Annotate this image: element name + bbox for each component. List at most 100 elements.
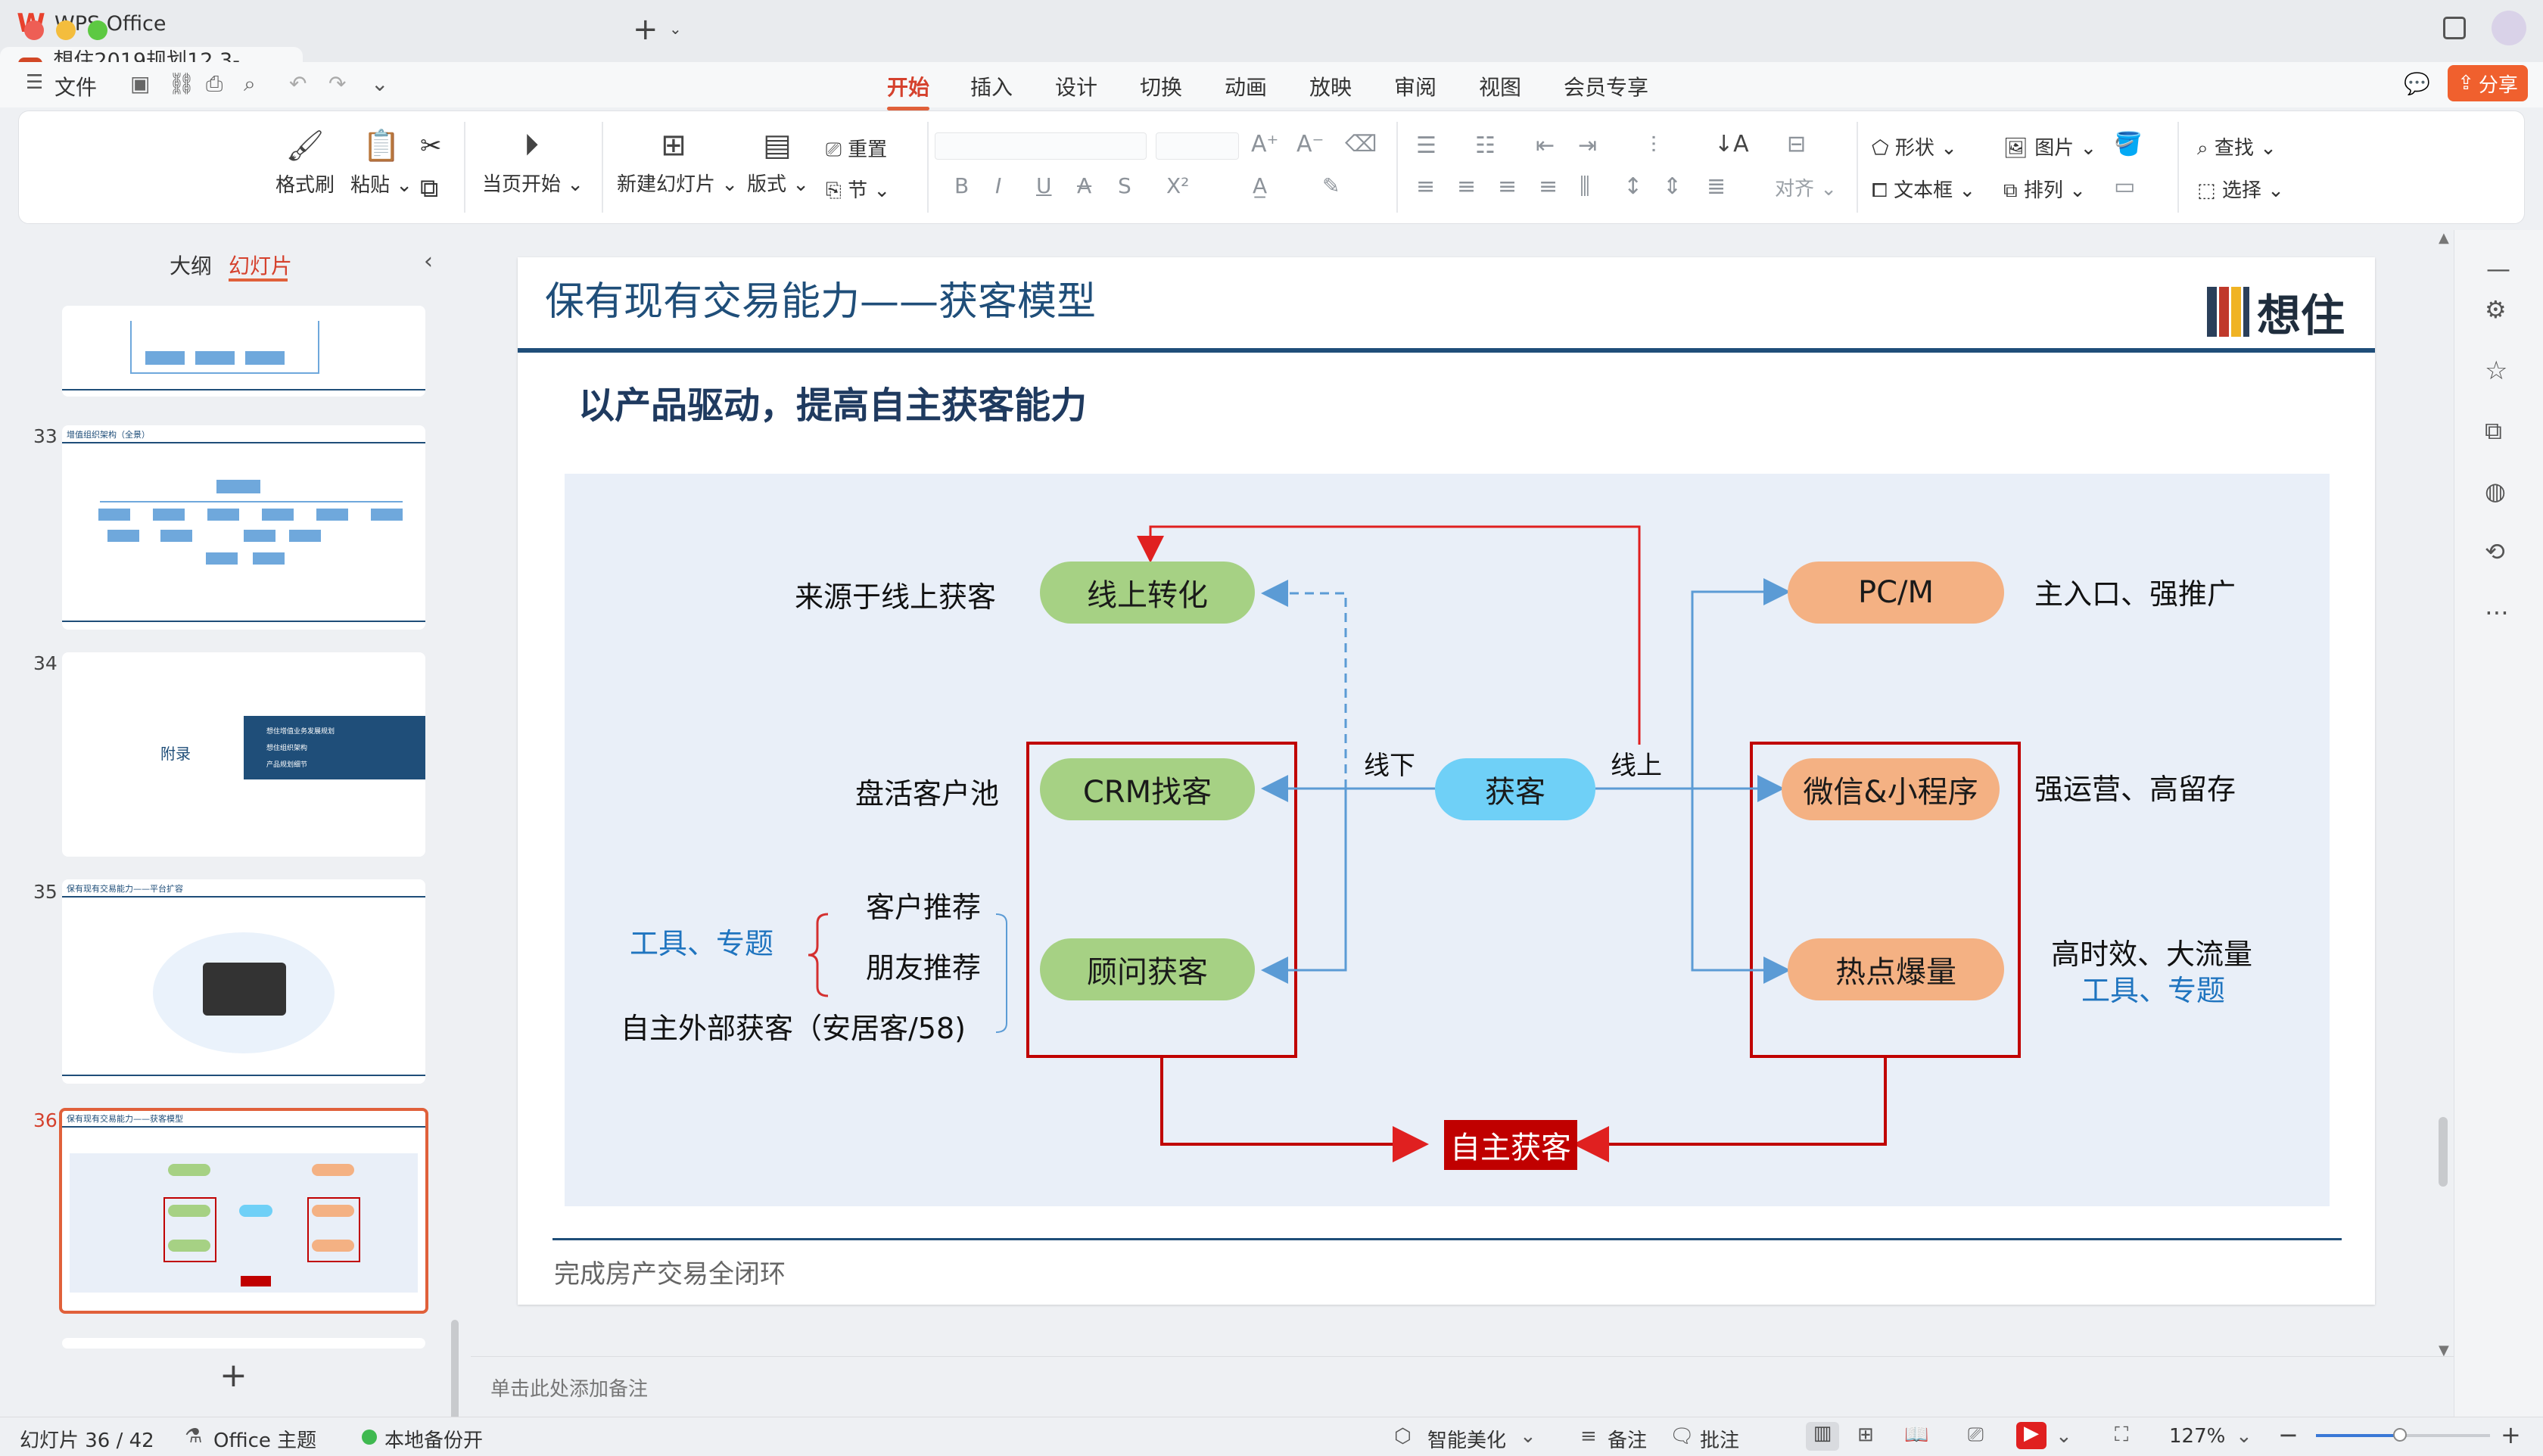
collapse-sidebar-icon[interactable]: — (2486, 254, 2510, 283)
node-hot[interactable]: 热点爆量 (1788, 938, 2004, 1000)
bold-icon[interactable]: B (954, 173, 969, 198)
scroll-up-icon[interactable]: ▲ (2439, 230, 2449, 246)
font-color-icon[interactable]: A̲ (1253, 173, 1267, 198)
backup-status[interactable]: 本地备份开 (384, 1425, 483, 1453)
more-chevron-icon[interactable]: ⌄ (371, 71, 388, 96)
arrange-button[interactable]: ⧉ 排列 ⌄ (2003, 175, 2086, 203)
slide-thumb-32[interactable] (62, 306, 425, 397)
align-button[interactable]: 对齐 ⌄ (1775, 173, 1837, 201)
zoom-level[interactable]: 127% (2169, 1425, 2225, 1448)
zoom-out-icon[interactable]: − (2278, 1420, 2299, 1449)
format-painter-button[interactable]: 🖌 格式刷 (275, 128, 335, 198)
notes-placeholder[interactable]: 单击此处添加备注 (490, 1374, 648, 1402)
align-left-icon[interactable]: ≡ (1416, 173, 1435, 200)
new-tab-icon[interactable]: + (633, 12, 658, 47)
save-icon[interactable]: ▣ (130, 71, 150, 96)
chevron-down-icon[interactable]: ⌄ (1520, 1425, 1536, 1448)
undo-icon[interactable]: ↶ (289, 71, 307, 96)
underline-icon[interactable]: U (1036, 173, 1052, 198)
tab-slideshow[interactable]: 放映 (1309, 71, 1352, 101)
slide-thumb-37[interactable] (62, 1338, 425, 1349)
chevron-down-icon[interactable]: ⌄ (669, 20, 682, 38)
strikethrough-icon[interactable]: A (1077, 173, 1091, 198)
tab-home[interactable]: 开始 (887, 71, 930, 110)
align-center-icon[interactable]: ≡ (1457, 173, 1476, 200)
notes-pane[interactable]: 单击此处添加备注 (471, 1356, 2454, 1417)
tab-member[interactable]: 会员专享 (1564, 71, 1648, 101)
sorter-view-icon[interactable]: ⊞ (1857, 1423, 1874, 1446)
avatar[interactable] (2492, 11, 2526, 45)
outdent-icon[interactable]: ⇤ (1536, 132, 1555, 159)
increase-font-icon[interactable]: A⁺ (1251, 131, 1278, 157)
slideshow-play-icon[interactable]: ▶ (2016, 1422, 2047, 1449)
comment-bubble-icon[interactable]: 💬 (2404, 71, 2430, 96)
slide-footer[interactable]: 完成房产交易全闭环 (554, 1253, 786, 1290)
line-spacing-list-icon[interactable]: ≣ (1707, 173, 1726, 200)
star-icon[interactable]: ☆ (2485, 356, 2507, 386)
zoom-window-button[interactable] (88, 20, 107, 40)
cut-icon[interactable]: ✂ (420, 131, 442, 161)
bullet-list-icon[interactable]: ☰ (1416, 132, 1436, 159)
notes-toggle[interactable]: 备注 (1608, 1425, 1647, 1453)
redo-icon[interactable]: ↷ (328, 71, 346, 96)
normal-view-icon[interactable]: ▥ (1806, 1422, 1839, 1451)
find-button[interactable]: ⌕ 查找 ⌄ (2197, 132, 2277, 160)
node-acquire[interactable]: 获客 (1435, 758, 1595, 820)
zoom-in-icon[interactable]: + (2501, 1420, 2521, 1449)
tab-design[interactable]: 设计 (1055, 71, 1097, 101)
canvas-scrollbar[interactable] (2439, 1117, 2448, 1187)
panel-scrollbar[interactable] (451, 1320, 459, 1426)
add-slide-button[interactable]: + (219, 1356, 247, 1395)
collapse-panel-icon[interactable]: ‹ (424, 248, 433, 275)
slides-icon[interactable]: ⧉ (2485, 416, 2502, 446)
number-list-icon[interactable]: ☷ (1475, 132, 1496, 159)
node-pcm[interactable]: PC/M (1788, 562, 2004, 624)
minimize-window-button[interactable] (56, 20, 76, 40)
node-self-acquire[interactable]: 自主获客 (1444, 1120, 1577, 1170)
font-family-select[interactable] (935, 132, 1147, 160)
chevron-down-icon[interactable]: ⌄ (2056, 1425, 2072, 1448)
tab-transition[interactable]: 切换 (1140, 71, 1182, 101)
paste-button[interactable]: 📋 粘贴 ⌄ (347, 128, 416, 198)
theme-name[interactable]: Office 主题 (213, 1425, 316, 1453)
tab-slides[interactable]: 幻灯片 (229, 250, 292, 280)
chart-icon[interactable]: ◍ (2485, 477, 2506, 506)
play-from-current-button[interactable]: ⏵ 当页开始 ⌄ (482, 128, 584, 197)
slide-thumb-34[interactable]: 附录 想住增值业务发展规划 想住组织架构 产品规划细节 (62, 652, 425, 857)
copy-icon[interactable]: ⧉ (420, 173, 438, 204)
chevron-down-icon[interactable]: ⌄ (2236, 1425, 2252, 1448)
picture-button[interactable]: 🖼 图片 ⌄ (2003, 132, 2096, 160)
columns-icon[interactable]: ⫼ (1580, 173, 1590, 200)
node-advisor[interactable]: 顾问获客 (1040, 938, 1255, 1000)
node-crm[interactable]: CRM找客 (1040, 758, 1255, 820)
textbox-button[interactable]: ⧠ 文本框 ⌄ (1872, 175, 1975, 203)
tab-outline[interactable]: 大纲 (170, 250, 212, 280)
print-preview-icon[interactable]: ⌕ (244, 71, 256, 97)
tab-insert[interactable]: 插入 (970, 71, 1013, 101)
tab-view[interactable]: 视图 (1479, 71, 1521, 101)
text-box-align-icon[interactable]: ⊟ (1787, 131, 1806, 157)
slide-thumb-36-selected[interactable]: 保有现有交易能力——获客模型 (59, 1108, 428, 1314)
highlight-icon[interactable]: ✎ (1322, 173, 1340, 198)
paragraph-spacing-icon[interactable]: ⇕ (1663, 173, 1682, 200)
share-button[interactable]: ⇪ 分享 (2448, 65, 2528, 101)
fill-icon[interactable]: 🪣 (2114, 131, 2142, 157)
presenter-icon[interactable]: ⎚ (1968, 1423, 1984, 1447)
layout-button[interactable]: ▤ 版式 ⌄ (747, 128, 809, 197)
select-button[interactable]: ⬚ 选择 ⌄ (2197, 175, 2284, 203)
section-button[interactable]: ⎘ 节 ⌄ (826, 175, 890, 203)
reset-button[interactable]: ⎚ 重置 (826, 134, 887, 162)
menu-file[interactable]: 文件 (54, 71, 97, 101)
align-right-icon[interactable]: ≡ (1498, 173, 1517, 200)
tab-review[interactable]: 审阅 (1394, 71, 1436, 101)
comments-toggle[interactable]: 批注 (1700, 1425, 1739, 1453)
history-icon[interactable]: ⟲ (2485, 537, 2505, 566)
justify-icon[interactable]: ≡ (1539, 173, 1558, 200)
indent-icon[interactable]: ⇥ (1578, 132, 1597, 159)
hamburger-icon[interactable]: ☰ (26, 71, 43, 94)
properties-icon[interactable]: ⚙ (2485, 295, 2507, 324)
decrease-font-icon[interactable]: A⁻ (1296, 131, 1324, 157)
print-icon[interactable]: ⎙ (206, 71, 223, 97)
close-window-button[interactable] (24, 20, 44, 40)
slide-thumb-33[interactable]: 增值组织架构（全景） (62, 425, 425, 630)
